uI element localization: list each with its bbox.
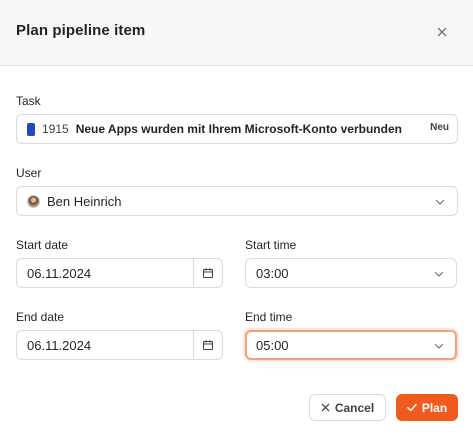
task-field[interactable]: 1915 Neue Apps wurden mit Ihrem Microsof… [16,114,458,144]
end-time-value: 05:00 [256,337,289,353]
cancel-button[interactable]: Cancel [309,394,386,421]
task-label: Task [16,94,41,108]
start-date-input[interactable]: 06.11.2024 [16,258,223,288]
avatar [27,194,40,208]
start-time-label: Start time [245,238,297,252]
end-date-label: End date [16,310,65,324]
cancel-label: Cancel [334,400,375,415]
user-select[interactable]: Ben Heinrich [16,186,458,216]
start-time-value: 03:00 [256,265,289,281]
close-button[interactable] [432,22,452,42]
dialog-title: Plan pipeline item [16,22,146,39]
chevron-down-icon [434,343,444,349]
start-date-label: Start date [16,238,69,252]
check-icon [407,403,417,412]
calendar-icon [202,340,214,351]
dialog-header: Plan pipeline item [0,0,473,66]
chevron-down-icon [435,199,445,205]
start-date-picker-button[interactable] [193,259,222,287]
end-date-picker-button[interactable] [193,331,222,359]
x-icon [321,403,330,412]
start-date-value: 06.11.2024 [27,265,92,281]
plan-label: Plan [421,400,448,415]
plan-pipeline-dialog: Plan pipeline item Task 1915 Neue Apps w… [0,0,473,442]
end-date-value: 06.11.2024 [27,337,92,353]
task-color-marker [27,122,35,136]
start-time-select[interactable]: 03:00 [245,258,457,288]
end-time-label: End time [245,310,293,324]
task-title: Neue Apps wurden mit Ihrem Microsoft-Kon… [75,122,402,136]
end-date-input[interactable]: 06.11.2024 [16,330,223,360]
user-label: User [16,166,42,180]
calendar-icon [202,268,214,279]
task-status-badge: Neu [430,122,449,133]
user-name: Ben Heinrich [47,193,122,209]
close-icon [437,27,447,37]
task-id: 1915 [42,122,69,136]
end-time-select[interactable]: 05:00 [245,330,457,360]
plan-button[interactable]: Plan [396,394,458,421]
chevron-down-icon [434,271,444,277]
